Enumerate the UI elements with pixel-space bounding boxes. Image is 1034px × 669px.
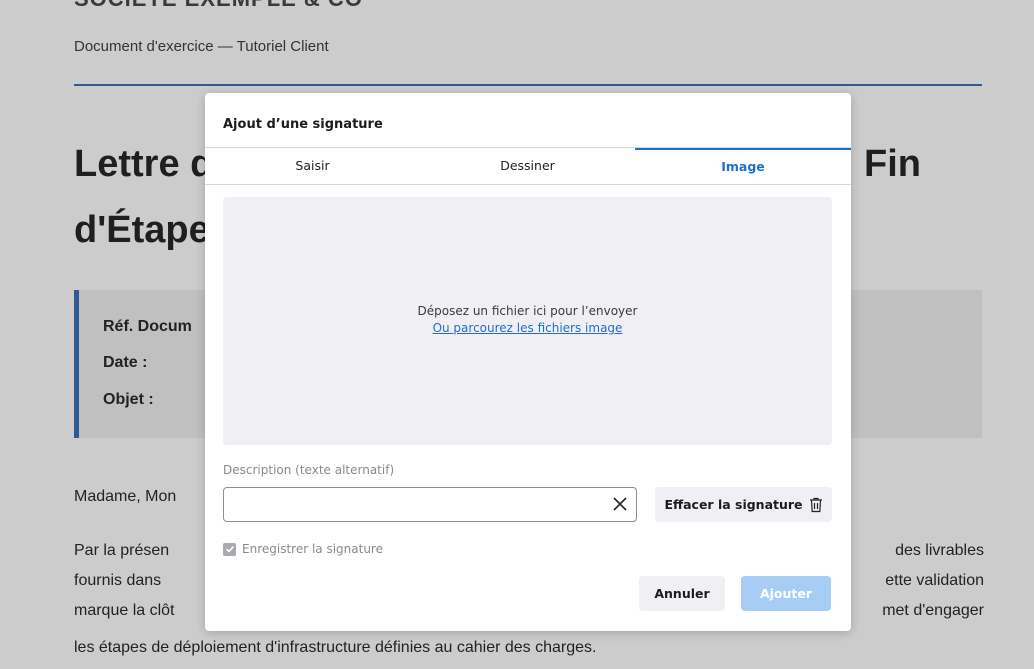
add-button[interactable]: Ajouter (741, 576, 831, 611)
dropzone-text: Déposez un fichier ici pour l’envoyer (417, 304, 638, 318)
paragraph-line-1-left: Par la présen (74, 542, 170, 559)
paragraph-line-4-text: les étapes de déploiement d'infrastructu… (74, 639, 597, 656)
trash-icon (809, 497, 823, 513)
info-label-reference: Réf. Docum (103, 318, 192, 335)
cancel-button[interactable]: Annuler (639, 576, 725, 611)
document-title-line1: Lettre d (74, 143, 214, 185)
company-header: SOCIÉTÉ EXEMPLE & CO (74, 0, 363, 12)
header-divider (74, 84, 982, 86)
dialog-title: Ajout d’une signature (223, 117, 383, 132)
tab-draw[interactable]: Dessiner (420, 148, 635, 184)
tab-image[interactable]: Image (635, 148, 851, 186)
tab-type[interactable]: Saisir (205, 148, 420, 184)
document-subtitle: Document d'exercice — Tutoriel Client (74, 38, 329, 55)
paragraph-line-1-right: des livrables (895, 542, 984, 559)
save-signature-checkbox[interactable] (223, 542, 236, 556)
erase-signature-label: Effacer la signature (664, 497, 803, 512)
image-dropzone[interactable]: Déposez un fichier ici pour l’envoyer Ou… (223, 197, 832, 445)
signature-dialog: Ajout d’une signature Saisir Dessiner Im… (205, 93, 851, 631)
paragraph-line-2-right: ette validation (885, 572, 984, 589)
document-title-line2: d'Étape (74, 209, 210, 251)
paragraph-line-4: les étapes de déploiement d'infrastructu… (74, 633, 984, 663)
close-icon[interactable] (609, 493, 631, 515)
close-icon-svg (613, 497, 627, 511)
paragraph-line-2-left: fournis dans (74, 572, 162, 589)
greeting-text: Madame, Mon (74, 488, 177, 505)
paragraph-line-3-left: marque la clôt (74, 602, 175, 619)
document-title-end: Fin (864, 143, 921, 185)
info-label-subject: Objet : (103, 391, 154, 408)
save-signature-row: Enregistrer la signature (223, 540, 383, 558)
description-input[interactable] (223, 487, 637, 522)
checkmark-icon (225, 545, 234, 553)
browse-images-link[interactable]: Ou parcourez les fichiers image (223, 321, 832, 335)
description-label: Description (texte alternatif) (223, 463, 395, 477)
paragraph-line-3-right: met d'engager (882, 602, 984, 619)
erase-signature-button[interactable]: Effacer la signature (655, 487, 832, 522)
signature-tabs: Saisir Dessiner Image (205, 147, 851, 185)
save-signature-label: Enregistrer la signature (242, 542, 383, 556)
info-label-date: Date : (103, 354, 148, 371)
